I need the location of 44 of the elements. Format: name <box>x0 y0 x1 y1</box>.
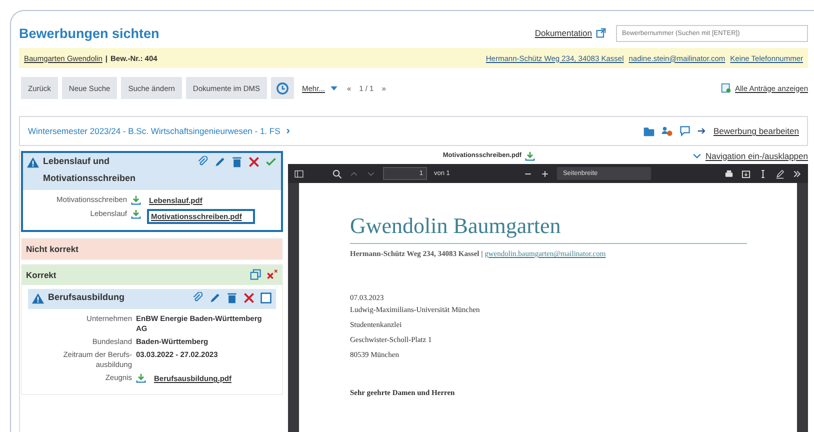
download-icon[interactable] <box>131 209 141 219</box>
document-heading: Gwendolin Baumgarten <box>350 213 747 244</box>
zoom-in-icon[interactable] <box>540 168 550 178</box>
remove-icon[interactable] <box>266 269 278 281</box>
download-icon[interactable] <box>136 373 146 383</box>
download-icon[interactable] <box>131 195 141 205</box>
trash-icon[interactable] <box>226 292 238 304</box>
document-add-icon <box>721 83 732 93</box>
checkmark-icon[interactable] <box>265 156 277 168</box>
clock-icon <box>276 82 290 94</box>
history-button[interactable] <box>271 77 294 99</box>
external-link-icon <box>596 28 606 38</box>
trash-icon[interactable] <box>231 156 243 168</box>
save-icon[interactable] <box>741 168 751 178</box>
close-icon[interactable] <box>248 156 260 168</box>
download-icon[interactable] <box>524 150 535 160</box>
navigation-toggle-link[interactable]: Navigation ein-/ausklappen <box>705 150 808 160</box>
copy-icon[interactable] <box>250 269 262 281</box>
documentation-link[interactable]: Dokumentation <box>534 28 592 38</box>
folder-icon[interactable] <box>643 125 656 137</box>
section-title: Nicht korrekt <box>26 244 78 254</box>
card-title: Lebenslauf und Motivationsschreiben <box>43 155 137 185</box>
card-title: Berufsausbildung <box>48 291 126 304</box>
close-icon[interactable] <box>243 292 255 304</box>
chevron[interactable]: › <box>286 125 290 137</box>
search-icon[interactable] <box>332 168 342 178</box>
section-title: Korrekt <box>26 270 56 280</box>
program-title: Wintersemester 2023/24 - B.Sc. Wirtschaftsingenieurwesen - 1. FS <box>28 126 280 136</box>
pencil-icon[interactable] <box>209 292 221 304</box>
print-icon[interactable] <box>724 168 734 178</box>
warning-icon <box>27 157 39 168</box>
page-title: Bewerbungen sichten <box>19 26 160 40</box>
edit-application-link[interactable]: Bewerbung bearbeiten <box>713 126 799 136</box>
pencil-icon[interactable] <box>214 156 226 168</box>
draw-icon[interactable] <box>775 168 785 178</box>
sidebar-toggle-icon[interactable] <box>294 168 304 178</box>
checkbox[interactable] <box>260 292 272 304</box>
paperclip-icon[interactable] <box>197 156 209 168</box>
paperclip-icon[interactable] <box>192 292 204 304</box>
user-icon[interactable] <box>661 125 674 137</box>
warning-icon <box>32 293 44 304</box>
more-tools-icon[interactable] <box>792 168 802 178</box>
comment-icon[interactable] <box>679 125 692 137</box>
arrow-right-icon <box>697 126 708 136</box>
